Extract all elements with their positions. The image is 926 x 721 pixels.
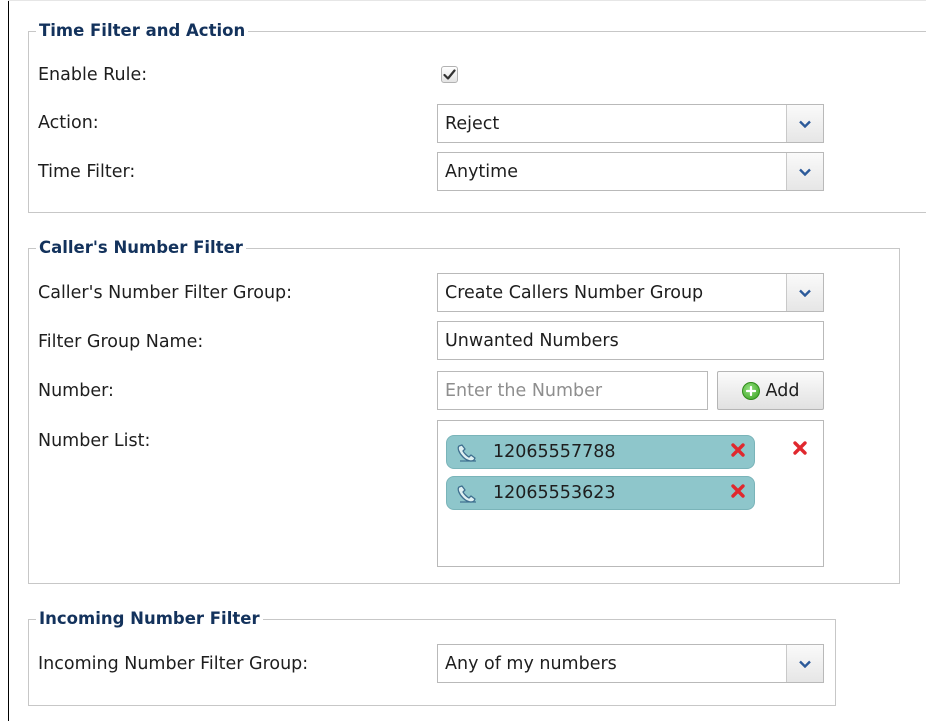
clear-all-icon[interactable] <box>792 440 808 456</box>
page-top-border <box>8 0 926 1</box>
callers-group-select[interactable]: Create Callers Number Group <box>437 273 824 312</box>
number-input-placeholder: Enter the Number <box>445 381 603 401</box>
close-icon[interactable] <box>730 442 746 458</box>
chevron-down-icon <box>799 120 811 128</box>
number-list-item-value: 12065557788 <box>493 442 616 462</box>
add-button-label: Add <box>765 380 800 401</box>
chevron-down-icon <box>799 289 811 297</box>
checkmark-icon <box>443 69 456 80</box>
number-list-box[interactable]: 12065557788 12065553623 <box>437 420 824 567</box>
time-filter-legend: Time Filter and Action <box>39 21 246 40</box>
callers-group-select-value: Create Callers Number Group <box>445 283 704 303</box>
callers-group-dropdown-button[interactable] <box>786 274 823 311</box>
chevron-down-icon <box>799 168 811 176</box>
time-filter-dropdown-button[interactable] <box>786 153 823 190</box>
number-list-item-value: 12065553623 <box>493 483 616 503</box>
filter-group-name-input[interactable]: Unwanted Numbers <box>437 321 824 360</box>
incoming-group-label: Incoming Number Filter Group: <box>38 654 309 674</box>
phone-icon <box>457 485 476 503</box>
incoming-group-dropdown-button[interactable] <box>786 645 823 682</box>
action-dropdown-button[interactable] <box>786 105 823 142</box>
action-select-value: Reject <box>445 114 500 134</box>
plus-circle-icon <box>741 381 760 400</box>
phone-icon <box>457 444 476 462</box>
number-label: Number: <box>38 381 114 401</box>
page-left-border <box>8 0 9 721</box>
number-input[interactable]: Enter the Number <box>437 371 708 410</box>
action-select[interactable]: Reject <box>437 104 824 143</box>
add-number-button[interactable]: Add <box>717 371 824 410</box>
incoming-group-select[interactable]: Any of my numbers <box>437 644 824 683</box>
time-filter-select[interactable]: Anytime <box>437 152 824 191</box>
filter-group-name-label: Filter Group Name: <box>38 332 204 352</box>
filter-group-name-value: Unwanted Numbers <box>445 331 619 351</box>
time-filter-select-value: Anytime <box>445 162 518 182</box>
number-list-item: 12065553623 <box>446 476 755 510</box>
callers-group-label: Caller's Number Filter Group: <box>38 283 293 303</box>
number-list-label: Number List: <box>38 431 151 451</box>
enable-rule-checkbox[interactable] <box>441 66 458 83</box>
chevron-down-icon <box>799 660 811 668</box>
number-list-item: 12065557788 <box>446 435 755 469</box>
action-label: Action: <box>38 113 99 133</box>
close-icon[interactable] <box>730 483 746 499</box>
enable-rule-label: Enable Rule: <box>38 65 148 85</box>
incoming-group-select-value: Any of my numbers <box>445 654 617 674</box>
incoming-filter-legend: Incoming Number Filter <box>39 609 260 628</box>
callers-filter-legend: Caller's Number Filter <box>39 238 243 257</box>
time-filter-label: Time Filter: <box>38 162 136 182</box>
